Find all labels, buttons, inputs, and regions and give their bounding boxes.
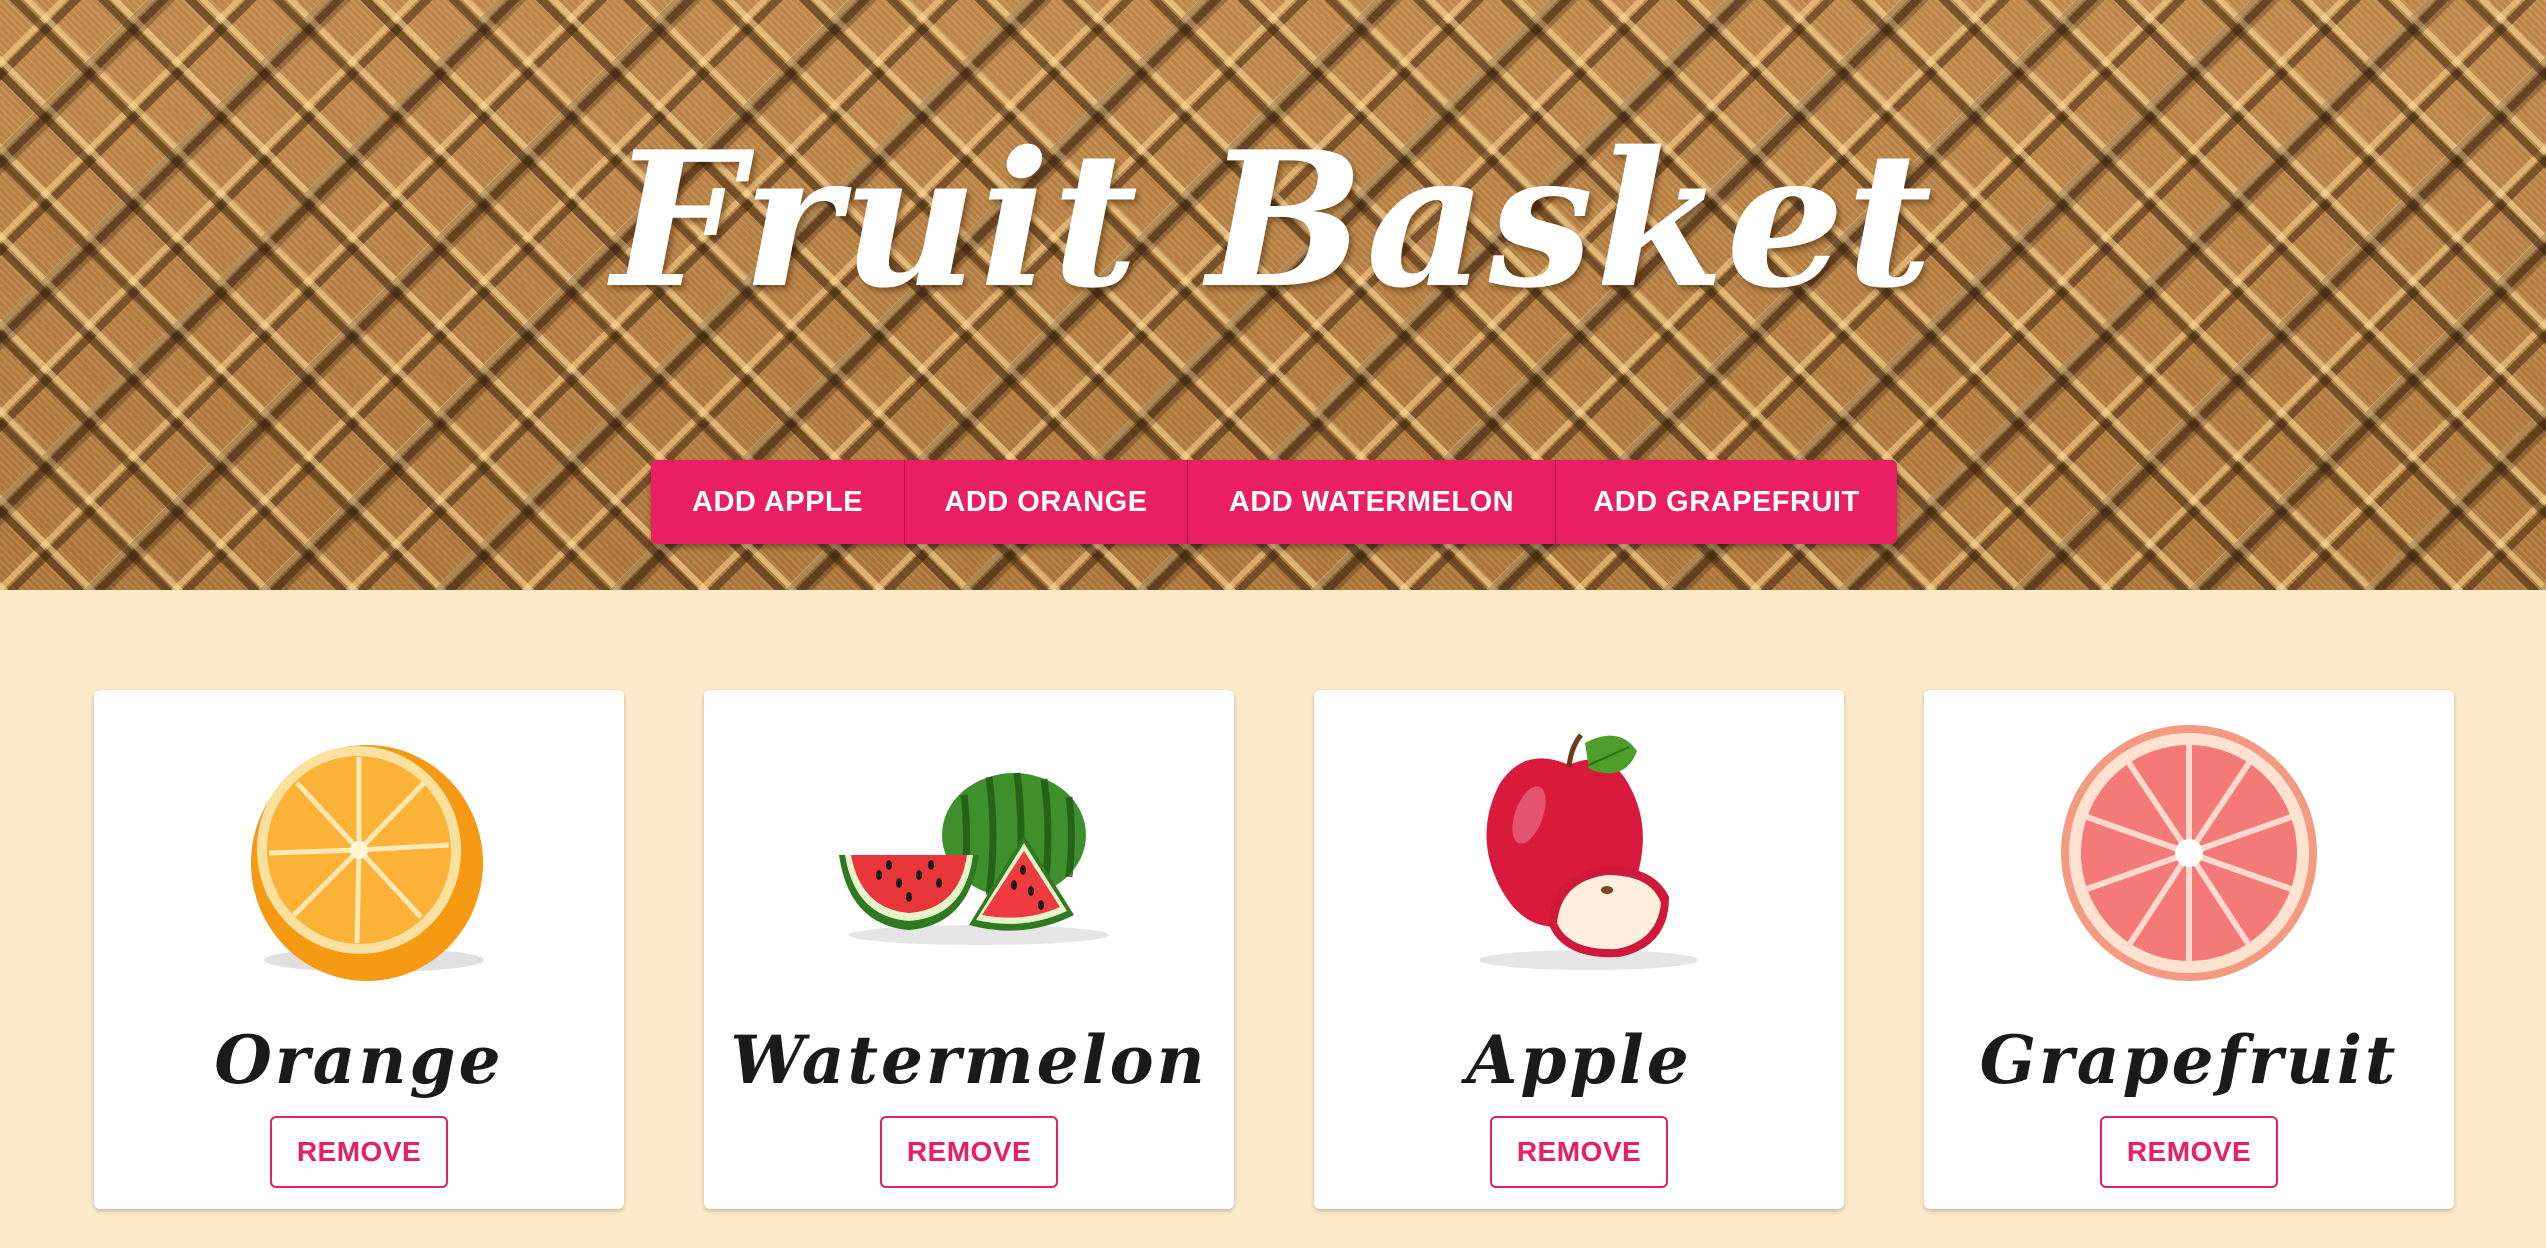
- fruit-name: Apple: [1466, 1021, 1692, 1099]
- add-fruit-button-group: ADD APPLE ADD ORANGE ADD WATERMELON ADD …: [651, 460, 1897, 544]
- add-watermelon-button[interactable]: ADD WATERMELON: [1188, 460, 1556, 544]
- page-title: Fruit Basket: [611, 110, 1935, 329]
- red-apple-icon: [1479, 733, 1699, 970]
- watermelon-slices-icon: [839, 772, 1109, 945]
- add-grapefruit-button[interactable]: ADD GRAPEFRUIT: [1556, 460, 1897, 544]
- add-orange-button[interactable]: ADD ORANGE: [905, 460, 1188, 544]
- grapefruit-slice-icon: [2061, 725, 2317, 981]
- fruit-name: Watermelon: [730, 1021, 1208, 1099]
- remove-watermelon-button[interactable]: REMOVE: [880, 1116, 1058, 1188]
- fruit-card-apple: Apple REMOVE: [1314, 690, 1844, 1209]
- add-apple-button[interactable]: ADD APPLE: [651, 460, 905, 544]
- fruit-card-grapefruit: Grapefruit REMOVE: [1924, 690, 2454, 1209]
- orange-half-icon: [251, 745, 484, 981]
- remove-orange-button[interactable]: REMOVE: [270, 1116, 448, 1188]
- fruit-name: Orange: [214, 1021, 504, 1099]
- fruit-card-orange: Orange REMOVE: [94, 690, 624, 1209]
- remove-apple-button[interactable]: REMOVE: [1490, 1116, 1668, 1188]
- fruit-card-watermelon: Watermelon REMOVE: [704, 690, 1234, 1209]
- remove-grapefruit-button[interactable]: REMOVE: [2100, 1116, 2278, 1188]
- fruit-name: Grapefruit: [1979, 1021, 2399, 1099]
